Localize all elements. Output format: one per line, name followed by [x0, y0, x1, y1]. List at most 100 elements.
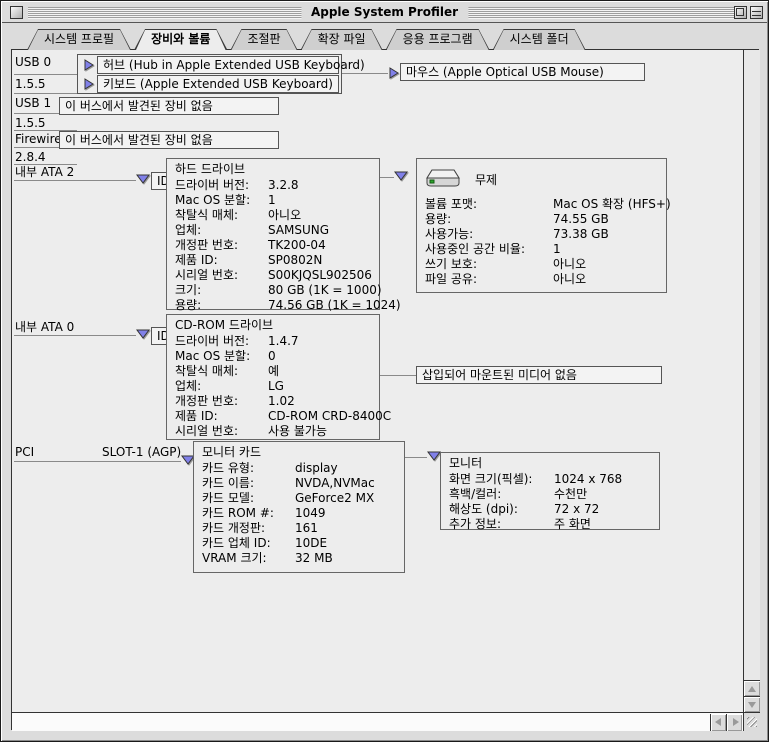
collapse-box-icon[interactable] [750, 6, 763, 19]
disclosure-triangle-right-icon[interactable] [83, 78, 94, 90]
info-rows: 드라이버 버전:1.4.7Mac OS 분할:0착탈식 매체:예업체:LG개정판… [175, 334, 371, 439]
panel-title: 하드 드라이브 [175, 161, 371, 178]
usb-device-mouse[interactable]: 마우스 (Apple Optical USB Mouse) [400, 63, 645, 81]
info-label: 카드 이름: [202, 476, 295, 491]
scroll-up-button[interactable] [744, 680, 760, 696]
info-value: TK200-04 [268, 238, 326, 253]
info-row: 카드 유형:display [202, 461, 396, 476]
left-arrow-icon [715, 718, 721, 726]
info-row: 개정판 번호:TK200-04 [175, 238, 371, 253]
info-label: 시리얼 번호: [175, 424, 268, 439]
info-label: Mac OS 분할: [175, 193, 268, 208]
info-value: 32 MB [295, 551, 333, 566]
info-row: 사용가능:73.38 GB [425, 227, 658, 242]
usb-device-hub[interactable]: 허브 (Hub in Apple Extended USB Keyboard) [97, 56, 339, 74]
info-label: 용량: [175, 298, 268, 313]
scroll-left-button[interactable] [710, 714, 726, 731]
info-row: VRAM 크기:32 MB [202, 551, 396, 566]
bus-version-firewire: 2.8.4 [15, 150, 46, 164]
bus-version-usb1: 1.5.5 [15, 116, 46, 130]
tab-extensions[interactable]: 확장 파일 [301, 29, 383, 50]
info-label: VRAM 크기: [202, 551, 295, 566]
info-value: 72 x 72 [554, 502, 599, 517]
disclosure-triangle-right-icon[interactable] [83, 59, 94, 71]
hard-drive-info-panel: 하드 드라이브 드라이버 버전:3.2.8Mac OS 분할:1착탈식 매체:아… [166, 158, 380, 310]
tab-label: 확장 파일 [318, 32, 366, 46]
no-media-message-box: 삽입되어 마운트된 미디어 없음 [416, 366, 662, 384]
usb-device-keyboard[interactable]: 키보드 (Apple Extended USB Keyboard) [97, 75, 339, 93]
info-value: CD-ROM CRD-8400C [268, 409, 391, 424]
tab-label: 장비와 볼륨 [151, 32, 210, 46]
info-label: 업체: [175, 379, 268, 394]
connector-line [380, 177, 394, 178]
info-value: 10DE [295, 536, 327, 551]
resize-grip[interactable] [743, 712, 760, 731]
tab-applications[interactable]: 응용 프로그램 [386, 29, 490, 50]
volume-name[interactable]: 무제 [475, 171, 497, 188]
info-value: 주 화면 [554, 517, 591, 532]
info-value: 161 [295, 521, 318, 536]
down-arrow-icon [748, 702, 756, 708]
info-rows: 화면 크기(픽셀):1024 x 768흑백/컬러:수천만해상도 (dpi):7… [449, 472, 651, 532]
disclosure-triangle-down-icon[interactable] [136, 173, 150, 185]
info-label: 흑백/컬러: [449, 487, 554, 502]
info-label: 시리얼 번호: [175, 268, 268, 283]
info-row: 용량:74.56 GB (1K = 1024) [175, 298, 371, 313]
info-row: 업체:SAMSUNG [175, 223, 371, 238]
info-value: SP0802N [268, 253, 322, 268]
disclosure-triangle-down-icon[interactable] [394, 170, 408, 182]
firewire-empty-message-box: 이 버스에서 발견된 장비 없음 [59, 131, 279, 149]
zoom-box-icon[interactable] [734, 6, 747, 19]
info-label: 개정판 번호: [175, 238, 268, 253]
info-value: 80 GB (1K = 1000) [268, 283, 382, 298]
info-label: Mac OS 분할: [175, 349, 268, 364]
info-value: 1 [268, 193, 276, 208]
info-label: 착탈식 매체: [175, 208, 268, 223]
info-label: 카드 모델: [202, 491, 295, 506]
info-row: 드라이버 버전:1.4.7 [175, 334, 371, 349]
scroll-down-button[interactable] [744, 696, 760, 712]
info-label: 개정판 번호: [175, 394, 268, 409]
vertical-scrollbar[interactable] [743, 50, 760, 712]
info-value: 74.55 GB [553, 212, 609, 227]
info-value: 1 [553, 242, 561, 257]
bus-label-firewire: Firewire [15, 132, 62, 146]
bus-label-usb0: USB 0 [15, 55, 51, 69]
info-label: 볼륨 포맷: [425, 197, 553, 212]
monitor-info-panel: 모니터 화면 크기(픽셀):1024 x 768흑백/컬러:수천만해상도 (dp… [440, 452, 660, 530]
info-label: 드라이버 버전: [175, 334, 268, 349]
horizontal-scrollbar[interactable] [12, 712, 743, 731]
tab-system-folders[interactable]: 시스템 폴더 [493, 29, 586, 50]
disclosure-triangle-down-icon[interactable] [427, 450, 441, 462]
disclosure-triangle-right-icon[interactable] [388, 67, 399, 79]
info-label: 화면 크기(픽셀): [449, 472, 554, 487]
apple-system-profiler-window: Apple System Profiler 시스템 프로필 장비와 볼륨 조절판… [0, 0, 769, 742]
connector-line [380, 375, 416, 376]
info-row: 흑백/컬러:수천만 [449, 487, 651, 502]
info-label: 사용가능: [425, 227, 553, 242]
info-row: 시리얼 번호:S00KJQSL902506 [175, 268, 371, 283]
info-label: 드라이버 버전: [175, 178, 268, 193]
info-value: 73.38 GB [553, 227, 609, 242]
title-bar[interactable]: Apple System Profiler [2, 2, 767, 23]
info-value: 1.4.7 [268, 334, 299, 349]
info-row: 크기:80 GB (1K = 1000) [175, 283, 371, 298]
scroll-right-button[interactable] [726, 714, 742, 731]
tab-devices-and-volumes[interactable]: 장비와 볼륨 [134, 29, 227, 50]
info-label: 파일 공유: [425, 272, 553, 287]
tab-label: 응용 프로그램 [403, 32, 473, 46]
info-value: 74.56 GB (1K = 1024) [268, 298, 401, 313]
tab-label: 시스템 프로필 [44, 32, 114, 46]
info-label: 쓰기 보호: [425, 257, 553, 272]
info-label: 해상도 (dpi): [449, 502, 554, 517]
usb1-empty-message-box: 이 버스에서 발견된 장비 없음 [59, 97, 279, 115]
tab-system-profile[interactable]: 시스템 프로필 [27, 29, 131, 50]
info-label: 사용중인 공간 비율: [425, 242, 553, 257]
tab-control-panels[interactable]: 조절판 [230, 29, 297, 50]
close-box-icon[interactable] [10, 6, 23, 19]
disclosure-triangle-down-icon[interactable] [136, 328, 150, 340]
info-label: 제품 ID: [175, 409, 268, 424]
info-row: 추가 정보:주 화면 [449, 517, 651, 532]
tab-label: 시스템 폴더 [510, 32, 569, 46]
device-tree-viewport: USB 0 1.5.5 허브 (Hub in Apple Extended US… [12, 50, 743, 712]
